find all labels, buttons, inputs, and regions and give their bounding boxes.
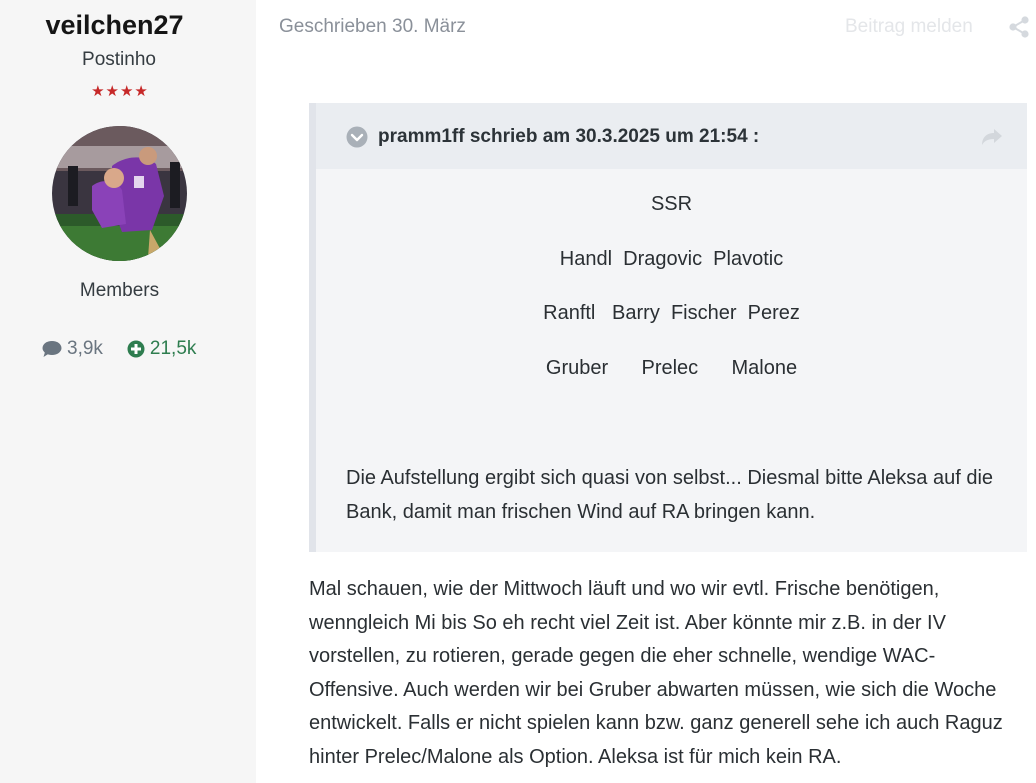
quote-text: Die Aufstellung ergibt sich quasi von se…: [346, 467, 994, 523]
lineup-line-defense: Handl Dragovic Plavotic: [559, 248, 784, 270]
quote-block: pramm1ff schrieb am 30.3.2025 um 21:54 :…: [309, 103, 1027, 552]
quote-header: pramm1ff schrieb am 30.3.2025 um 21:54 :: [316, 103, 1027, 169]
reputation-count: 21,5k: [149, 338, 197, 359]
post-date[interactable]: Geschrieben 30. März: [279, 16, 466, 38]
author-username[interactable]: veilchen27: [0, 10, 229, 41]
author-stats: 3,9k 21,5k: [42, 338, 196, 360]
avatar-image: [52, 126, 187, 261]
reply-arrow-icon[interactable]: [981, 128, 1003, 151]
post-body: Mal schauen, wie der Mittwoch läuft und …: [309, 578, 1003, 768]
author-panel: veilchen27 Postinho ★★★★ Members 3,9k 21…: [0, 0, 256, 783]
author-rank-title: Postinho: [82, 49, 156, 70]
rank-stars: ★★★★: [91, 83, 149, 100]
lineup-line-midfield: Ranftl Barry Fischer Perez: [543, 302, 800, 324]
lineup-line-attack: Gruber Prelec Malone: [545, 357, 798, 379]
quote-citation: pramm1ff schrieb am 30.3.2025 um 21:54 :: [378, 126, 760, 147]
lineup-line-goalkeeper: SSR: [650, 193, 693, 215]
share-icon[interactable]: [1008, 16, 1030, 43]
posts-count: 3,9k: [67, 338, 103, 359]
author-group: Members: [79, 280, 160, 301]
report-post-link[interactable]: Beitrag melden: [845, 16, 973, 38]
reputation-stat[interactable]: 21,5k: [127, 338, 196, 360]
comment-icon: [42, 341, 62, 357]
avatar[interactable]: [52, 126, 187, 261]
posts-stat[interactable]: 3,9k: [42, 338, 103, 360]
plus-circle-icon: [127, 340, 145, 358]
chevron-down-circle-icon[interactable]: [346, 126, 368, 153]
